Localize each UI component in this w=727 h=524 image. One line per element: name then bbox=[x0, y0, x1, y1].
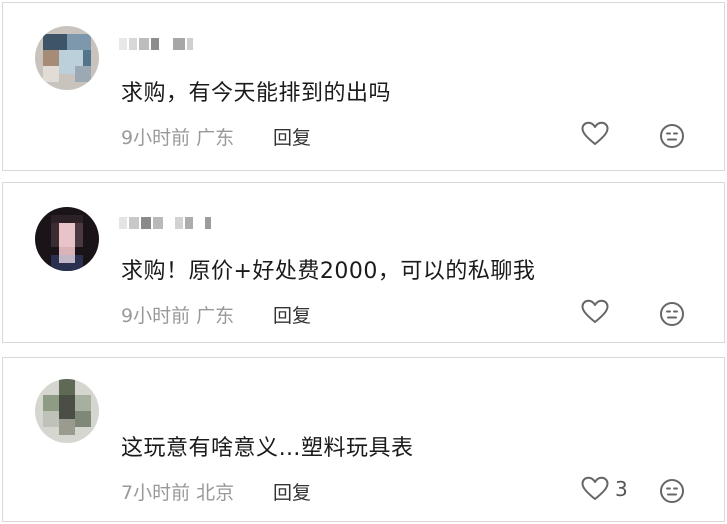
heart-outline-icon bbox=[581, 299, 609, 323]
comment-time: 9小时前 bbox=[121, 305, 191, 327]
comment-location: 广东 bbox=[196, 305, 235, 327]
like-button[interactable]: 3 bbox=[581, 476, 628, 502]
comment-meta: 9小时前 广东 bbox=[121, 123, 234, 150]
comment-card: 这玩意有啥意义…塑料玩具表 7小时前 北京 回复 3 bbox=[2, 357, 725, 522]
like-button[interactable] bbox=[581, 121, 615, 147]
comment-meta: 7小时前 北京 bbox=[121, 478, 234, 505]
avatar[interactable] bbox=[35, 379, 99, 443]
comment-text: 求购！原价+好处费2000，可以的私聊我 bbox=[121, 259, 536, 284]
comment-location: 北京 bbox=[196, 482, 235, 504]
avatar[interactable] bbox=[35, 207, 99, 271]
like-button[interactable] bbox=[581, 299, 615, 325]
comment-card: 求购！原价+好处费2000，可以的私聊我 9小时前 广东 回复 bbox=[2, 182, 725, 343]
like-count: 3 bbox=[615, 477, 628, 501]
emoji-face-icon[interactable] bbox=[659, 123, 685, 149]
reply-button[interactable]: 回复 bbox=[273, 123, 311, 150]
avatar[interactable] bbox=[35, 26, 99, 90]
emoji-face-icon[interactable] bbox=[659, 478, 685, 504]
comment-card: 求购，有今天能排到的出吗 9小时前 广东 回复 bbox=[2, 2, 725, 171]
comment-text: 这玩意有啥意义…塑料玩具表 bbox=[121, 436, 414, 461]
heart-outline-icon bbox=[581, 121, 609, 145]
comment-location: 广东 bbox=[196, 127, 235, 149]
emoji-face-icon[interactable] bbox=[659, 301, 685, 327]
username-blurred[interactable] bbox=[119, 36, 193, 52]
username-blurred[interactable] bbox=[119, 215, 211, 231]
comment-time: 7小时前 bbox=[121, 482, 191, 504]
reply-button[interactable]: 回复 bbox=[273, 301, 311, 328]
comment-meta: 9小时前 广东 bbox=[121, 301, 234, 328]
comment-time: 9小时前 bbox=[121, 127, 191, 149]
reply-button[interactable]: 回复 bbox=[273, 478, 311, 505]
heart-outline-icon bbox=[581, 476, 609, 500]
comment-text: 求购，有今天能排到的出吗 bbox=[121, 81, 392, 106]
